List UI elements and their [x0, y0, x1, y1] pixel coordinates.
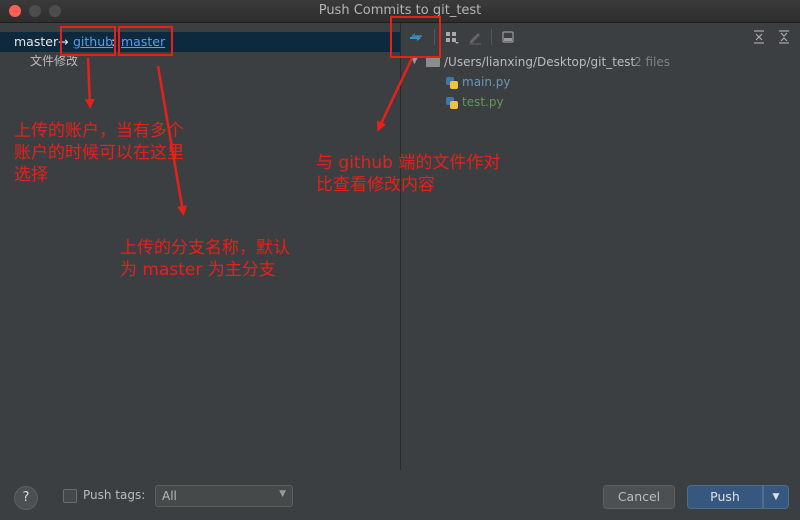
collapse-all-icon[interactable] [776, 29, 792, 45]
group-by-icon[interactable] [444, 29, 460, 45]
highlight-box-account [60, 26, 116, 56]
changes-pane: ▼ /Users/lianxing/Desktop/git_test 2 fil… [401, 23, 800, 470]
highlight-box-branch [118, 26, 173, 56]
push-tags-checkbox[interactable] [63, 489, 77, 503]
file-item[interactable]: test.py [462, 95, 504, 109]
python-file-icon [446, 77, 458, 89]
cancel-button[interactable]: Cancel [603, 485, 675, 509]
folder-icon [426, 57, 440, 67]
help-button[interactable]: ? [14, 486, 38, 510]
highlight-box-compare [390, 16, 441, 58]
file-item[interactable]: main.py [462, 75, 511, 89]
python-file-icon [446, 97, 458, 109]
file-count: 2 files [634, 55, 670, 69]
push-button[interactable]: Push [687, 485, 763, 509]
push-options-dropdown[interactable]: ▼ [763, 485, 789, 509]
dialog-footer: ? Push tags: All ▼ Cancel Push ▼ [0, 470, 800, 520]
annotation-account: 上传的账户，当有多个 账户的时候可以在这里 选择 [14, 121, 184, 185]
edit-source-icon[interactable] [467, 29, 483, 45]
tags-dropdown-value: All [162, 489, 177, 503]
expand-all-icon[interactable] [751, 29, 767, 45]
folder-path[interactable]: /Users/lianxing/Desktop/git_test [444, 55, 635, 69]
push-tags-label: Push tags: [83, 488, 146, 502]
local-branch: master [14, 34, 59, 49]
changes-toolbar [401, 23, 800, 51]
preview-icon[interactable] [500, 29, 516, 45]
chevron-down-icon: ▼ [279, 489, 286, 499]
toolbar-separator [491, 29, 492, 45]
tags-dropdown[interactable]: All ▼ [155, 485, 293, 507]
annotation-compare: 与 github 端的文件作对 比查看修改内容 [316, 153, 501, 195]
annotation-branch: 上传的分支名称，默认 为 master 为主分支 [120, 238, 290, 280]
